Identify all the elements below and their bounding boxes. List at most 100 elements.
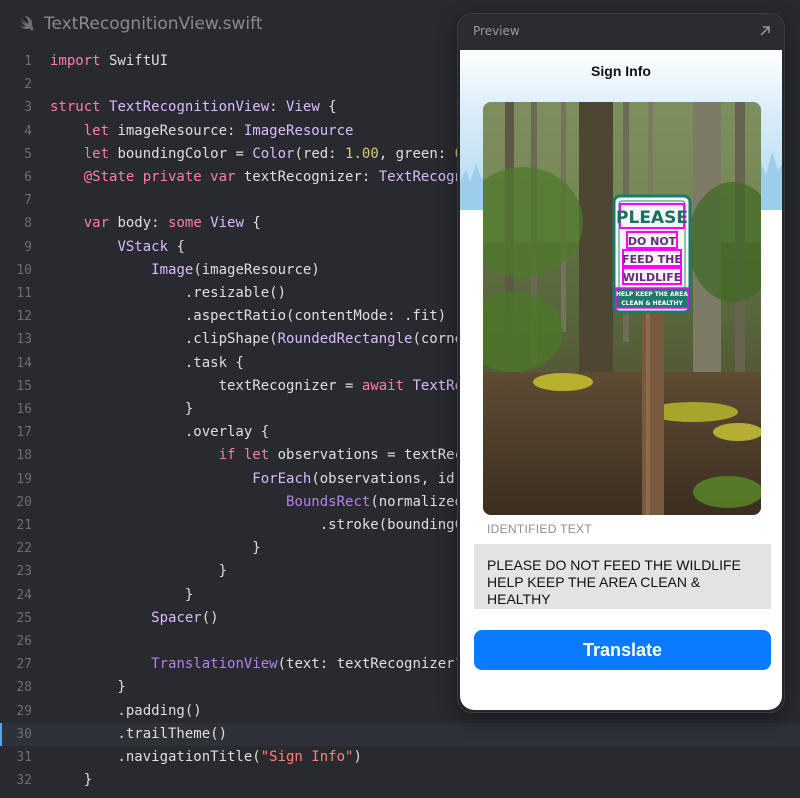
line-number: 12 [16,309,32,325]
line-number: 28 [16,680,32,696]
code-text: .stroke(boundingColor [50,514,497,537]
code-token: View [210,215,244,232]
code-text: .overlay { [50,421,269,444]
code-text: let imageResource: ImageResource [50,120,354,143]
device-preview: Sign Info PLEASE DO NOT FEED THE WILDLIF… [460,50,782,710]
code-text: .navigationTitle("Sign Info") [50,746,362,769]
code-token: struct [50,99,101,116]
code-token: { [168,238,185,255]
line-number: 9 [24,239,32,255]
code-token: let [83,122,110,139]
translate-button[interactable]: Translate [474,630,771,670]
code-token: if let [218,447,270,464]
file-tab-title[interactable]: TextRecognitionView.swift [44,14,263,34]
identified-text-box: PLEASE DO NOT FEED THE WILDLIFE HELP KEE… [474,544,771,609]
code-text: } [50,769,92,792]
code-token: { [243,215,261,232]
code-token: Color [252,145,295,162]
line-number: 25 [16,610,32,626]
code-text: .resizable() [50,282,286,305]
preview-label: Preview [473,24,520,38]
code-text: if let observations = textRecognizer [50,444,522,467]
line-number: 27 [16,657,32,673]
code-token: () [201,609,219,626]
line-number: 31 [16,750,32,765]
code-token: } [50,401,194,417]
line-number: 29 [16,703,32,719]
identified-text-value: PLEASE DO NOT FEED THE WILDLIFE HELP KEE… [487,557,741,607]
line-number: 18 [16,448,32,464]
code-token: Image [151,261,194,278]
preview-canvas: Preview Sign Info PLEASE DO NOT FEED THE… [458,14,784,712]
line-number: 26 [16,634,32,649]
code-text: } [50,584,193,607]
code-token: TextRecognitionView [109,99,270,116]
code-line[interactable]: 31 .navigationTitle("Sign Info") [0,746,800,769]
code-text: Spacer() [50,607,219,630]
code-text: Image(imageResource) [50,259,320,282]
code-text: } [50,676,126,699]
sign-line-feed-the: FEED THE [622,253,682,266]
sign-line-help: HELP KEEP THE AREA [616,291,688,298]
code-token: .clipShape( [50,331,278,348]
code-token: RoundedRectangle [277,331,413,348]
line-number: 32 [16,773,32,789]
code-token: , green: [378,145,455,162]
code-token: } [50,679,126,696]
line-number: 10 [16,262,32,278]
identified-text-header: IDENTIFIED TEXT [487,522,592,536]
code-text: BoundsRect(normalizedRect [50,491,497,514]
line-number: 24 [16,587,32,603]
line-number: 6 [24,170,32,185]
code-token: imageResource: [109,122,244,139]
code-token: some [168,215,202,232]
code-token: View [286,99,320,116]
line-number: 7 [24,193,32,209]
sign-line-wildlife: WILDLIFE [623,271,682,284]
line-number: 20 [16,494,32,510]
code-token: ) [353,749,362,765]
line-number: 15 [16,378,32,394]
code-text: .aspectRatio(contentMode: .fit) [50,305,446,328]
line-number: 1 [24,54,32,69]
code-token: 1.00 [345,145,379,162]
sign-line-please: PLEASE [616,208,688,228]
line-number: 17 [16,425,32,441]
line-number: 14 [16,355,32,371]
code-text: import SwiftUI [50,50,168,73]
line-number: 4 [24,123,32,139]
code-text: struct TextRecognitionView: View { [50,96,337,119]
expand-arrow-icon[interactable] [758,24,772,38]
line-number: 13 [16,332,32,348]
line-number: 8 [24,216,32,232]
line-number: 30 [16,726,32,742]
code-text: .trailTheme() [50,723,227,746]
code-token: .task { [50,354,244,371]
code-token: .resizable() [50,285,287,301]
code-text: } [50,537,260,560]
code-token: SwiftUI [100,53,169,69]
line-number: 11 [16,286,32,301]
code-token: boundingColor = [109,145,253,162]
sign-photo: PLEASE DO NOT FEED THE WILDLIFE HELP KEE… [483,102,761,515]
code-token: body: [109,215,169,232]
code-token: textRecognizer: [235,169,379,185]
code-token: ForEach [252,470,312,487]
code-text: @State private var textRecognizer: TextR… [50,166,497,189]
code-token: await [361,377,405,394]
line-number: 2 [24,77,32,93]
line-number: 3 [24,100,32,116]
code-token: .aspectRatio(contentMode: .fit) [50,308,447,325]
code-line[interactable]: 32 } [0,769,800,792]
code-text: } [50,560,227,583]
code-line[interactable]: 30 .trailTheme() [0,722,800,746]
